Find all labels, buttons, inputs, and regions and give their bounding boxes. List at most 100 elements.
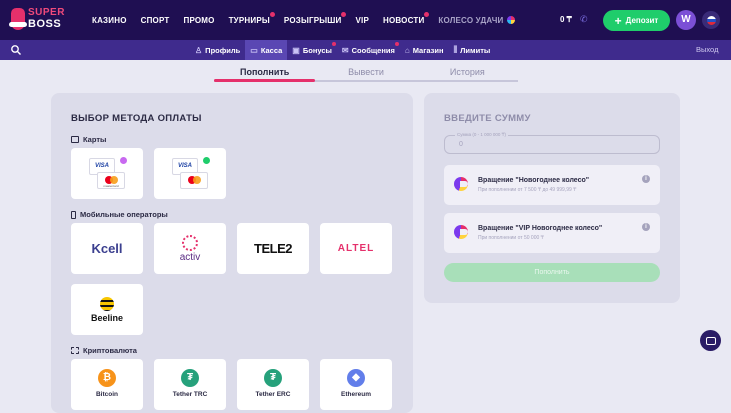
notification-dot (331, 42, 336, 46)
beeline-icon (100, 296, 114, 311)
subnav-profile[interactable]: ♙ Профиль (190, 40, 245, 60)
subnav-label: Бонусы (302, 45, 332, 55)
notification-dot (269, 11, 275, 17)
payment-methods-panel: ВЫБОР МЕТОДА ОПЛАТЫ Карты VISA mastercar… (51, 93, 413, 413)
logout-link[interactable]: Выход (696, 45, 718, 54)
nav-promo[interactable]: ПРОМО (184, 16, 215, 25)
nav-wheel-label: КОЛЕСО УДАЧИ (438, 15, 504, 25)
bonus-title: Вращение "Новогоднее колесо" (478, 177, 590, 184)
notification-dot (424, 11, 430, 17)
bonus-subtitle: При пополнении от 7 500 ₸ до 49 999,99 ₸ (478, 187, 577, 193)
limits-icon: ⫼ (453, 45, 458, 54)
bonus-option-vip-wheel[interactable]: Вращение "VIP Новогоднее колесо" При поп… (444, 213, 660, 253)
account-nav: ♙ Профиль ▭ Касса ▣ Бонусы ✉ Сообщения ⌂ Мага… (190, 40, 495, 60)
section-mobile-label: Мобильные операторы (80, 210, 168, 219)
wallet-icon: ▭ (250, 45, 258, 55)
method-tele2[interactable]: TELE2 (237, 223, 309, 274)
language-flag-icon[interactable] (702, 11, 720, 29)
method-tether-erc[interactable]: ₮ Tether ERC (237, 359, 309, 410)
nav-wheel-of-fortune[interactable]: КОЛЕСО УДАЧИ (438, 15, 515, 25)
method-activ[interactable]: activ (154, 223, 226, 274)
amount-panel: ВВЕДИТЕ СУММУ Сумма (0 - 1 000 000 ₸) 0 … (424, 93, 680, 303)
method-bitcoin[interactable]: ₿ Bitcoin (71, 359, 143, 410)
method-card-1[interactable]: VISA mastercard (71, 148, 143, 199)
nav-giveaways[interactable]: РОЗЫГРЫШИ (283, 11, 347, 25)
amount-title: ВВЕДИТЕ СУММУ (444, 113, 531, 124)
tether-erc-label: Tether ERC (255, 391, 291, 398)
notification-dot (341, 11, 347, 17)
gift-icon: ▣ (292, 45, 300, 55)
subnav-limits[interactable]: ⫼ Лимиты (448, 40, 495, 60)
info-icon[interactable]: i (642, 175, 650, 183)
tele2-logo: TELE2 (254, 241, 292, 256)
bonus-option-wheel[interactable]: Вращение "Новогоднее колесо" При пополне… (444, 165, 660, 205)
subnav-label: Лимиты (460, 45, 491, 55)
method-card-2[interactable]: VISA (154, 148, 226, 199)
logo[interactable]: SUPER BOSS (8, 6, 68, 34)
account-subbar: ♙ Профиль ▭ Касса ▣ Бонусы ✉ Сообщения ⌂ Мага… (0, 40, 731, 60)
wheel-icon (454, 177, 468, 191)
chat-icon (705, 336, 716, 345)
info-icon[interactable]: i (642, 223, 650, 231)
amount-input[interactable]: Сумма (0 - 1 000 000 ₸) 0 (444, 132, 660, 154)
wheel-icon (454, 225, 468, 239)
mastercard-logo (180, 172, 208, 189)
subnav-shop[interactable]: ⌂ Магазин (400, 40, 449, 60)
methods-title: ВЫБОР МЕТОДА ОПЛАТЫ (71, 113, 202, 124)
subnav-bonuses[interactable]: ▣ Бонусы (287, 40, 337, 60)
cashier-tabs: Пополнить Вывести История (214, 64, 518, 82)
amount-value: 0 (459, 141, 463, 148)
subnav-cashier[interactable]: ▭ Касса (245, 40, 288, 60)
wheel-icon (506, 16, 515, 25)
shop-icon: ⌂ (404, 45, 410, 55)
top-bar: SUPER BOSS КАЗИНО СПОРТ ПРОМО ТУРНИРЫ РО… (0, 0, 731, 40)
active-tab-indicator (214, 79, 315, 82)
bitcoin-label: Bitcoin (95, 391, 119, 398)
nav-news[interactable]: НОВОСТИ (383, 11, 430, 25)
avatar[interactable]: W (676, 10, 696, 30)
submit-deposit-button[interactable]: Пополнить (444, 263, 660, 282)
amount-field-label: Сумма (0 - 1 000 000 ₸) (455, 132, 509, 138)
chat-button[interactable] (700, 330, 721, 351)
tether-trc-label: Tether TRC (172, 391, 208, 398)
subnav-messages[interactable]: ✉ Сообщения (337, 40, 400, 60)
nav-sport[interactable]: СПОРТ (141, 16, 170, 25)
subnav-label: Сообщения (351, 45, 395, 55)
nav-vip[interactable]: VIP (355, 16, 369, 25)
method-beeline[interactable]: Beeline (71, 284, 143, 335)
nav-tournaments[interactable]: ТУРНИРЫ (229, 11, 275, 25)
subnav-label: Профиль (205, 45, 241, 55)
section-cards-label: Карты (83, 135, 107, 144)
method-tether-trc[interactable]: ₮ Tether TRC (154, 359, 226, 410)
ethereum-icon: ◆ (347, 369, 365, 387)
plus-icon: + (614, 13, 622, 28)
nav-casino[interactable]: КАЗИНО (92, 16, 127, 25)
method-ethereum[interactable]: ◆ Ethereum (320, 359, 392, 410)
phone-icon[interactable]: ✆ (580, 14, 590, 24)
bonus-title: Вращение "VIP Новогоднее колесо" (478, 225, 603, 232)
altel-logo: ALTEL (337, 243, 375, 254)
section-crypto-label: Криптовалюта (83, 346, 137, 355)
balance: 0 ₸ (560, 15, 572, 24)
flag-icon (706, 15, 716, 25)
method-altel[interactable]: ALTEL (320, 223, 392, 274)
section-crypto: Криптовалюта (71, 346, 137, 355)
subnav-label: Магазин (412, 45, 444, 55)
search-icon[interactable] (10, 44, 22, 56)
mastercard-label: mastercard (103, 184, 119, 188)
beeline-logo: Beeline (90, 312, 123, 323)
ethereum-label: Ethereum (341, 391, 371, 398)
card-icon (71, 136, 79, 143)
method-kcell[interactable]: Kcell (71, 223, 143, 274)
section-mobile: Мобильные операторы (71, 210, 168, 219)
main-nav: КАЗИНО СПОРТ ПРОМО ТУРНИРЫ РОЗЫГРЫШИ VIP… (92, 0, 529, 40)
status-dot (203, 157, 210, 164)
deposit-label: Депозит (625, 16, 659, 25)
logo-line-1: SUPER (28, 7, 65, 18)
deposit-button[interactable]: + Депозит (603, 10, 670, 31)
phone-icon (71, 210, 76, 219)
nav-giveaways-label: РОЗЫГРЫШИ (283, 15, 342, 25)
bitcoin-icon: ₿ (98, 369, 116, 387)
section-cards: Карты (71, 135, 106, 144)
tether-icon: ₮ (264, 369, 282, 387)
